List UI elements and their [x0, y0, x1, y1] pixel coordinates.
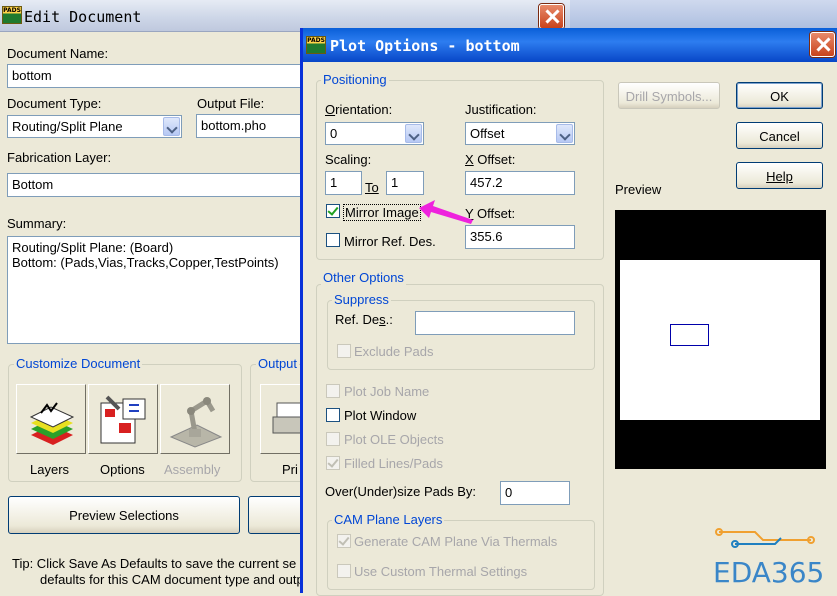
layers-icon — [29, 402, 75, 445]
x-offset-label: X Offset: — [465, 152, 516, 167]
summary-line: Routing/Split Plane: (Board) — [12, 240, 174, 255]
options-label: Options — [100, 462, 145, 477]
chevron-down-icon[interactable] — [163, 117, 180, 136]
chevron-down-icon[interactable] — [405, 124, 422, 143]
custom-thermal-label: Use Custom Thermal Settings — [354, 564, 528, 579]
tip-line-1: Tip: Click Save As Defaults to save the … — [12, 556, 297, 571]
plot-ole-checkbox[interactable] — [326, 432, 340, 446]
pads-logo-icon: PADS — [2, 6, 22, 24]
exclude-pads-checkbox[interactable] — [337, 344, 351, 358]
orientation-select[interactable]: 0 — [325, 122, 424, 145]
preview-board — [620, 260, 820, 420]
cancel-label: Cancel — [759, 129, 800, 144]
y-offset-field[interactable]: 355.6 — [465, 225, 575, 249]
filled-lines-label: Filled Lines/Pads — [344, 456, 443, 471]
printer-icon — [272, 402, 306, 434]
customize-document-title: Customize Document — [14, 356, 143, 371]
ok-button[interactable]: OK — [736, 82, 823, 109]
orientation-label: Orientation: — [325, 102, 393, 117]
assembly-robot-icon — [169, 397, 223, 448]
fabrication-layer-field[interactable]: Bottom — [7, 173, 307, 197]
print-label: Pri — [282, 462, 298, 477]
justification-label: Justification: — [465, 102, 537, 117]
chevron-down-icon[interactable] — [556, 124, 573, 143]
ok-label: OK — [770, 89, 789, 104]
document-name-field[interactable]: bottom — [7, 64, 307, 88]
filled-lines-checkbox[interactable] — [326, 456, 340, 470]
summary-line: Bottom: (Pads,Vias,Tracks,Copper,TestPoi… — [12, 255, 279, 270]
help-label: Help — [766, 169, 793, 184]
plot-job-name-checkbox[interactable] — [326, 384, 340, 398]
close-icon[interactable] — [539, 4, 564, 29]
other-options-title: Other Options — [321, 270, 406, 285]
dialog-title: Plot Options - bottom — [330, 37, 520, 55]
plot-window-checkbox[interactable] — [326, 408, 340, 422]
ref-des-label: Ref. Des.: — [335, 312, 393, 327]
layers-label: Layers — [30, 462, 70, 477]
ref-des-field[interactable] — [415, 311, 575, 335]
preview-label: Preview — [615, 182, 662, 197]
layers-button[interactable] — [16, 384, 86, 454]
preview-selections-label: Preview Selections — [69, 508, 179, 523]
output-file-field[interactable]: bottom.pho — [196, 114, 306, 138]
output-group-title: Output — [256, 356, 300, 371]
document-type-label: Document Type: — [7, 96, 102, 111]
help-button[interactable]: Help — [736, 162, 823, 189]
plot-options-dialog: PADS Plot Options - bottom Positioning O… — [300, 28, 837, 596]
cam-plane-title: CAM Plane Layers — [332, 512, 445, 527]
scaling-to-field[interactable]: 1 — [386, 171, 424, 195]
orientation-value: 0 — [330, 126, 338, 141]
eda365-watermark: EDA365 — [713, 556, 825, 589]
scaling-label: Scaling: — [325, 152, 372, 167]
x-offset-field[interactable]: 457.2 — [465, 171, 575, 195]
oversize-label: Over(Under)size Pads By: — [325, 484, 476, 499]
options-icon — [100, 395, 146, 444]
cancel-button[interactable]: Cancel — [736, 122, 823, 149]
plot-window-label: Plot Window — [344, 408, 417, 423]
background-window-titlebar — [570, 0, 837, 28]
justification-select[interactable]: Offset — [465, 122, 575, 145]
eda365-circuit-logo-icon — [715, 528, 815, 548]
plot-options-titlebar[interactable]: PADS Plot Options - bottom — [303, 28, 837, 62]
preview-window-rect — [670, 324, 709, 346]
preview-pane — [615, 210, 826, 469]
window-title: Edit Document — [24, 8, 142, 26]
document-name-label: Document Name: — [7, 46, 109, 61]
assembly-button[interactable] — [160, 384, 230, 454]
close-icon[interactable] — [810, 32, 835, 57]
fabrication-layer-label: Fabrication Layer: — [7, 150, 112, 165]
options-button[interactable] — [88, 384, 158, 454]
mirror-ref-des-checkbox[interactable] — [326, 233, 340, 247]
drill-symbols-label: Drill Symbols... — [625, 89, 713, 104]
exclude-pads-label: Exclude Pads — [354, 344, 434, 359]
mirror-ref-des-label: Mirror Ref. Des. — [344, 234, 436, 249]
mirror-image-checkbox[interactable] — [326, 204, 340, 218]
document-type-value: Routing/Split Plane — [12, 119, 123, 134]
tip-line-2: defaults for this CAM document type and … — [40, 572, 304, 587]
mirror-image-label: Mirror Image — [343, 204, 421, 221]
custom-thermal-checkbox[interactable] — [337, 564, 351, 578]
justification-value: Offset — [470, 126, 505, 141]
plot-job-name-label: Plot Job Name — [344, 384, 430, 399]
save-defaults-button[interactable] — [248, 496, 308, 534]
assembly-label: Assembly — [164, 462, 221, 477]
document-type-select[interactable]: Routing/Split Plane — [7, 115, 182, 138]
output-file-label: Output File: — [197, 96, 265, 111]
summary-label: Summary: — [7, 216, 67, 231]
preview-selections-button[interactable]: Preview Selections — [8, 496, 240, 534]
summary-box[interactable]: Routing/Split Plane: (Board) Bottom: (Pa… — [7, 236, 307, 344]
generate-thermals-label: Generate CAM Plane Via Thermals — [354, 534, 558, 549]
to-label: To — [365, 180, 379, 195]
pads-logo-icon: PADS — [306, 36, 326, 54]
positioning-group-title: Positioning — [321, 72, 389, 87]
generate-thermals-checkbox[interactable] — [337, 534, 351, 548]
plot-ole-label: Plot OLE Objects — [344, 432, 444, 447]
drill-symbols-button[interactable]: Drill Symbols... — [618, 82, 720, 109]
annotation-arrow-icon — [419, 200, 473, 224]
scaling-from-field[interactable]: 1 — [325, 171, 362, 195]
oversize-field[interactable]: 0 — [500, 481, 570, 505]
suppress-title: Suppress — [332, 292, 391, 307]
cam-plane-group — [327, 520, 595, 590]
